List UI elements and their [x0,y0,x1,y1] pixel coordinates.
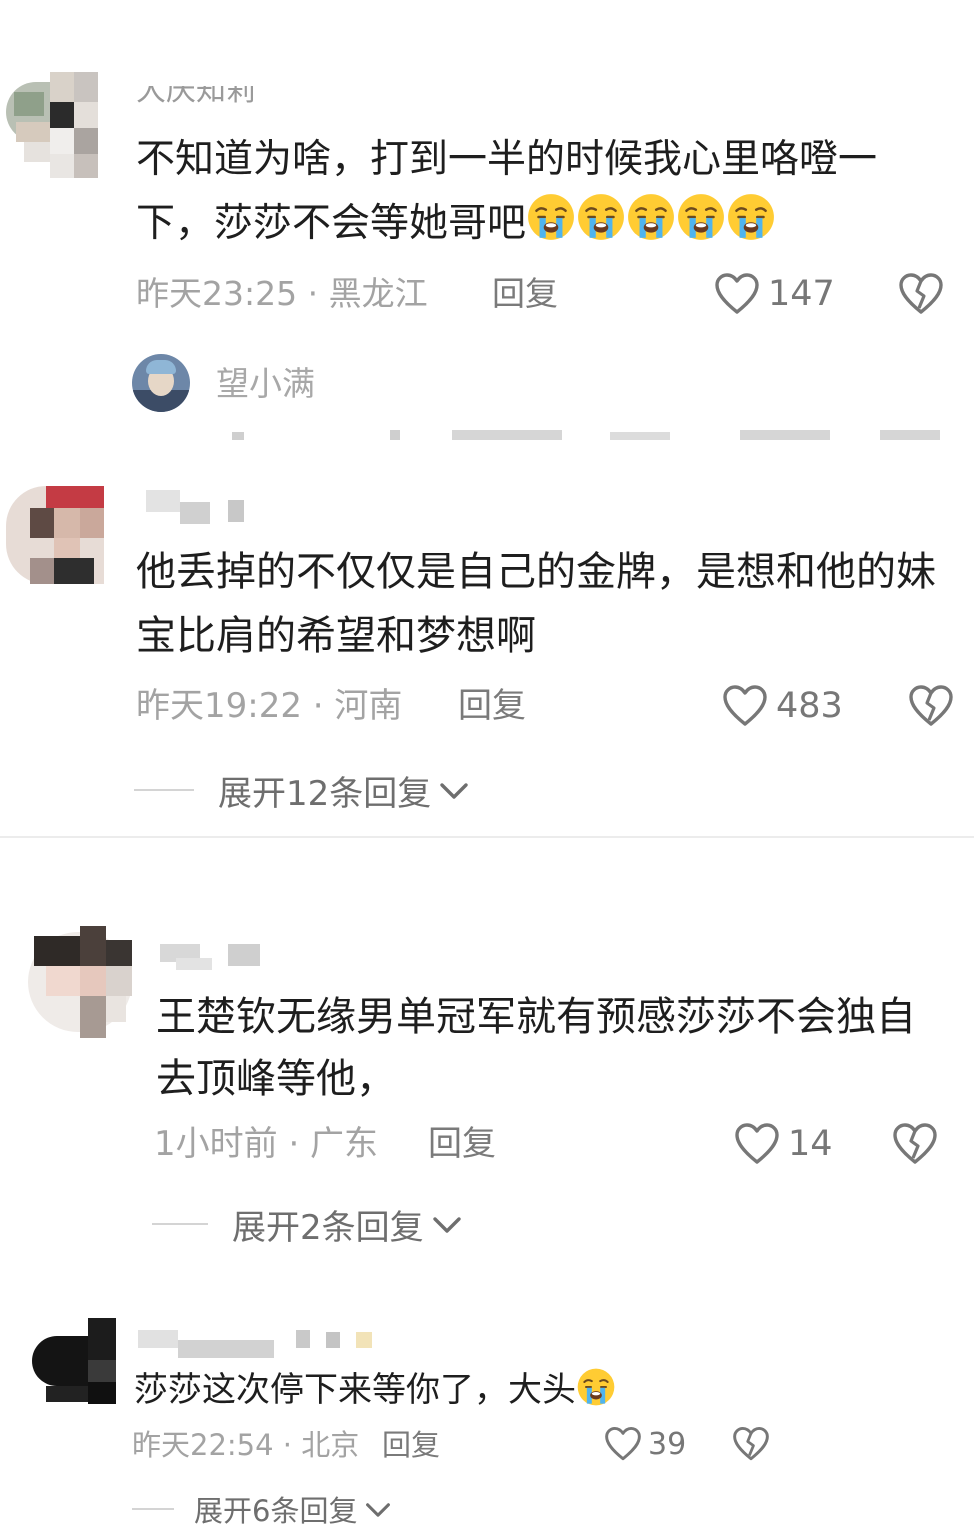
avatar[interactable] [6,72,98,178]
like-count: 483 [776,686,843,726]
time-location: 昨天23:25 · 黑龙江 [136,274,428,313]
crying-face-emoji [728,194,774,240]
crying-emoji-row [576,1368,616,1410]
heart-outline-icon [604,1426,642,1462]
divider-line [134,789,194,791]
expand-label: 展开2条回复 [232,1207,424,1248]
broken-heart-icon [898,273,944,320]
expand-label: 展开6条回复 [194,1494,358,1528]
comment-text-content: 莎莎这次停下来等你了，大头 [134,1370,576,1410]
avatar[interactable] [32,1318,116,1404]
heart-outline-icon [722,684,768,728]
dislike-button[interactable] [892,1122,938,1170]
chevron-down-icon [424,1204,462,1244]
like-button[interactable]: 39 [604,1424,686,1464]
dislike-button[interactable] [908,684,954,732]
section-divider [0,836,974,838]
broken-heart-icon [892,1123,938,1170]
like-count: 39 [648,1426,687,1462]
like-count: 147 [768,274,835,314]
crying-face-emoji [577,1368,615,1406]
expand-replies-button[interactable]: 展开2条回复 [152,1204,462,1248]
reply-button[interactable]: 回复 [492,274,558,314]
avatar[interactable] [28,926,132,1038]
reply-button[interactable]: 回复 [428,1124,496,1164]
dislike-button[interactable] [898,272,944,320]
like-count: 14 [788,1124,833,1164]
dislike-button[interactable] [732,1426,770,1466]
time-location: 昨天19:22 · 河南 [136,686,403,726]
expand-replies-button[interactable]: 展开6条回复 [132,1492,391,1528]
expand-replies-button[interactable]: 展开12条回复 [134,770,469,814]
like-button[interactable]: 14 [734,1120,833,1168]
comment-text: 他丢掉的不仅仅是自己的金牌，是想和他的妹宝比肩的希望和梦想啊 [136,549,936,659]
expand-label: 展开12条回复 [218,773,432,814]
broken-heart-icon [732,1426,770,1466]
crying-face-emoji [528,194,574,240]
reply-button[interactable]: 回复 [458,686,526,726]
heart-outline-icon [714,272,760,316]
divider-line [132,1508,174,1510]
divider-line [152,1223,208,1225]
comment-text: 王楚钦无缘男单冠军就有预感莎莎不会独自去顶峰等他， [156,994,916,1102]
chevron-down-icon [431,770,469,810]
heart-outline-icon [734,1122,780,1166]
username[interactable]: 大庆知莉 [136,86,256,108]
time-location: 昨天22:54 · 北京 [132,1428,360,1462]
crying-face-emoji [628,194,674,240]
avatar[interactable] [6,486,104,584]
comment-text: 莎莎这次停下来等你了，大头 [134,1364,934,1416]
chevron-down-icon [357,1492,391,1526]
crying-face-emoji [678,194,724,240]
sub-reply-avatar[interactable] [132,354,190,412]
comment-text: 不知道为啥，打到一半的时候我心里咯噔一下，莎莎不会等她哥吧 [136,128,926,256]
like-button[interactable]: 147 [714,270,835,318]
like-button[interactable]: 483 [722,682,843,730]
broken-heart-icon [908,685,954,732]
crying-face-emoji [578,194,624,240]
time-location: 1小时前 · 广东 [154,1124,379,1164]
sub-reply-username[interactable]: 望小满 [216,364,315,404]
crying-emoji-row [526,194,776,246]
reply-button[interactable]: 回复 [382,1428,440,1462]
